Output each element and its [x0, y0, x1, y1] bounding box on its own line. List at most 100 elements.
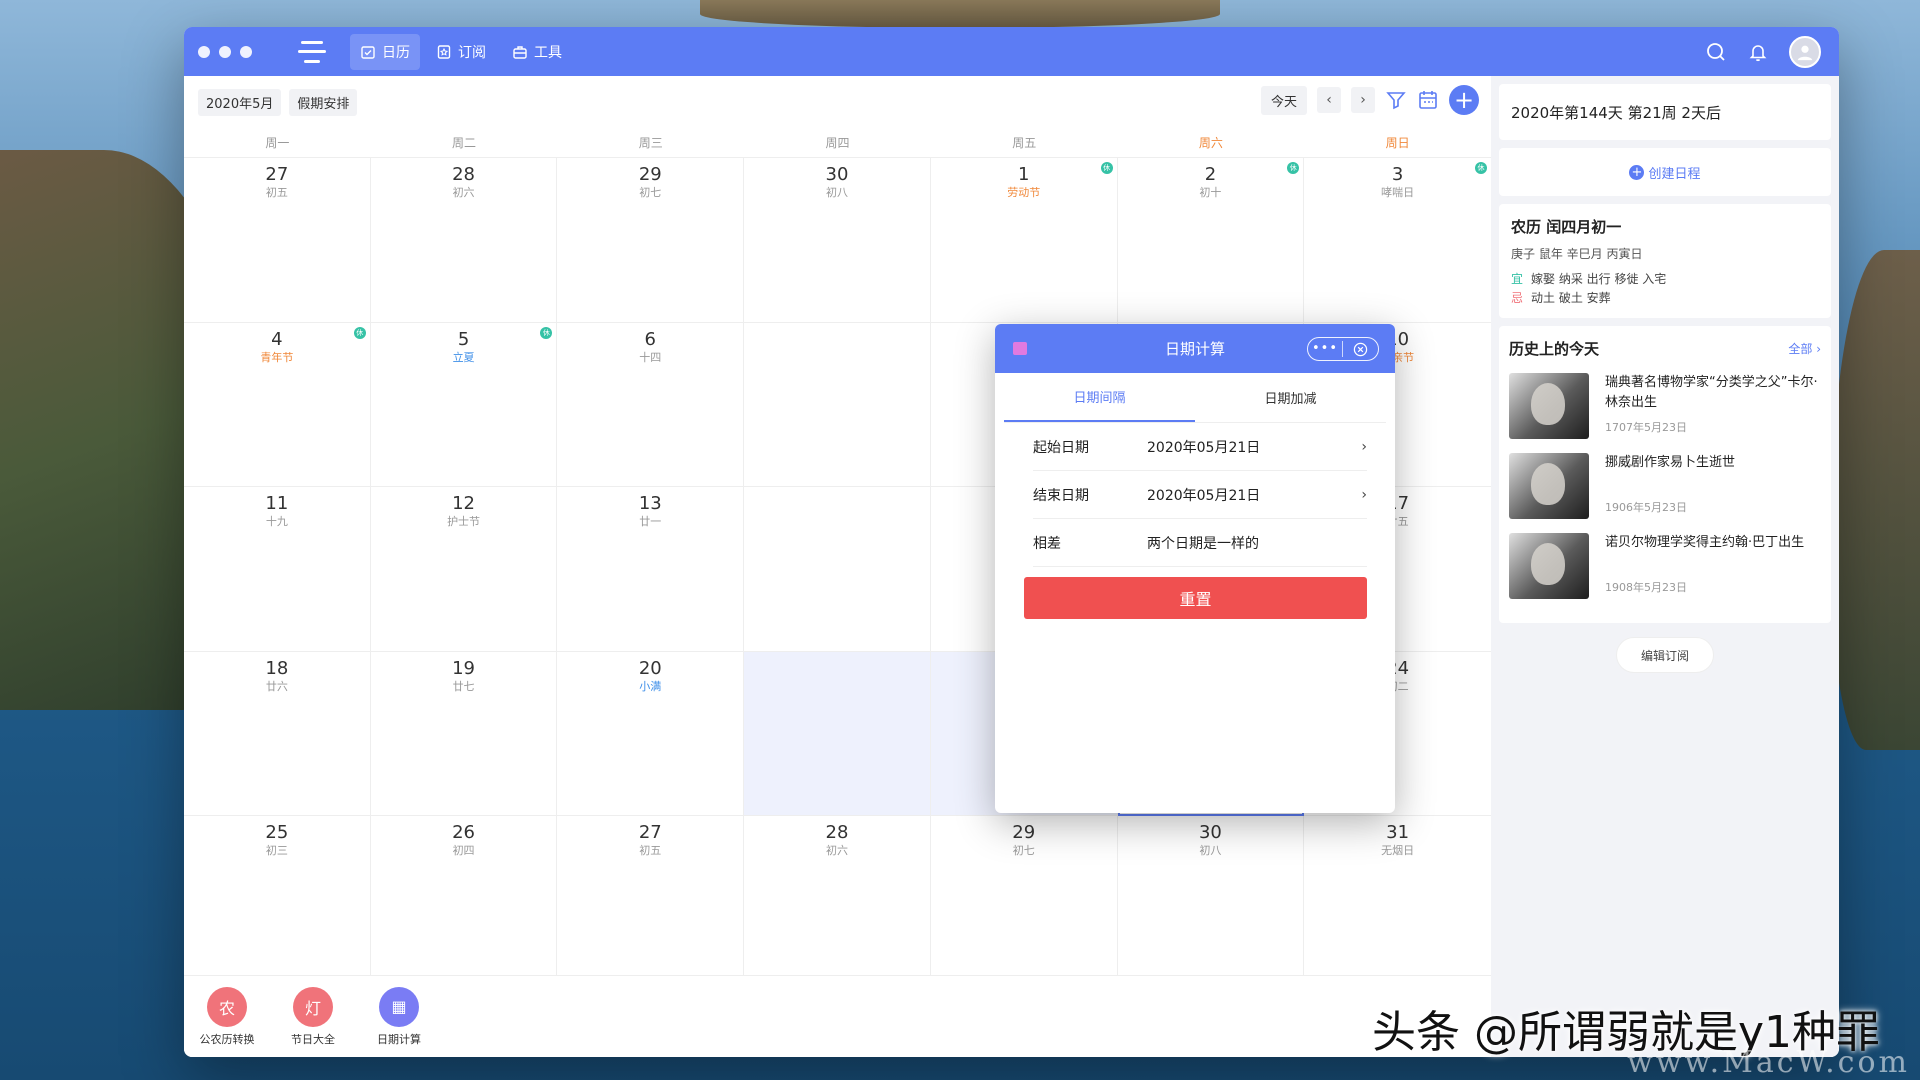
day-cell[interactable]: 11 十九	[184, 487, 371, 652]
day-cell[interactable]: 1 劳动节 休	[930, 158, 1118, 323]
edit-subscription-button[interactable]: 编辑订阅	[1616, 637, 1714, 673]
close-window-button[interactable]	[198, 45, 210, 58]
day-cell[interactable]	[744, 487, 931, 652]
history-item-date: 1906年5月23日	[1605, 501, 1687, 514]
day-cell[interactable]: 13 廿一	[557, 487, 745, 652]
day-cell[interactable]: 4 青年节 休	[184, 322, 371, 487]
search-icon[interactable]	[1705, 41, 1727, 63]
day-cell[interactable]	[744, 322, 931, 487]
filter-button[interactable]	[1385, 89, 1407, 111]
history-item[interactable]: 挪威剧作家易卜生逝世 1906年5月23日	[1509, 453, 1821, 519]
day-number: 29	[1012, 822, 1036, 843]
day-number: 30	[1198, 822, 1222, 843]
lunar-convert-tool[interactable]: 农 公农历转换	[196, 986, 258, 1047]
calendar-view-button[interactable]	[1417, 89, 1439, 111]
lantern-icon: 灯	[293, 986, 333, 1027]
dialog-tabs: 日期间隔 日期加减	[1004, 373, 1386, 423]
end-date-row[interactable]: 结束日期 2020年05月21日 ›	[1033, 471, 1367, 519]
month-selector[interactable]: 2020年5月	[198, 88, 282, 116]
day-cell[interactable]: 31 无烟日	[1304, 816, 1491, 981]
add-event-button[interactable]: +	[1449, 85, 1479, 115]
day-cell[interactable]: 28 初六	[370, 158, 558, 323]
history-all-link[interactable]: 全部 ›	[1788, 340, 1821, 357]
festival-list-tool[interactable]: 灯 节日大全	[282, 986, 344, 1047]
today-button[interactable]: 今天	[1260, 85, 1307, 115]
plus-icon: +	[1453, 86, 1475, 114]
date-calc-icon: ▦	[379, 986, 419, 1027]
next-month-button[interactable]: ›	[1351, 87, 1375, 113]
weekday-sun: 周日	[1385, 136, 1410, 150]
portrait-image	[1509, 373, 1589, 439]
history-all-label: 全部	[1788, 342, 1813, 356]
day-cell[interactable]: 6 十四	[557, 322, 745, 487]
zoom-window-button[interactable]	[240, 45, 252, 58]
almanac-yi-row: 宜嫁娶 纳采 出行 移徙 入宅	[1511, 270, 1819, 289]
lunar-label: 初八	[1199, 844, 1222, 857]
almanac-card[interactable]: 农历 闰四月初一 庚子 鼠年 辛巳月 丙寅日 宜嫁娶 纳采 出行 移徙 入宅 忌…	[1499, 204, 1831, 318]
start-date-row[interactable]: 起始日期 2020年05月21日 ›	[1033, 423, 1367, 471]
day-cell[interactable]: 19 廿七	[370, 651, 558, 816]
day-cell[interactable]: 27 初五	[557, 816, 745, 981]
reset-button[interactable]: 重置	[1024, 577, 1367, 619]
create-event-button[interactable]: + 创建日程	[1499, 148, 1831, 196]
ganzhi-text: 庚子 鼠年 辛巳月 丙寅日	[1511, 247, 1643, 261]
day-cell[interactable]: 3 哮喘日 休	[1304, 158, 1491, 323]
weekday-sat: 周六	[1198, 136, 1223, 150]
day-info: 2020年第144天 第21周 2天后	[1499, 84, 1831, 140]
user-avatar[interactable]	[1789, 35, 1821, 68]
filter-icon	[1386, 92, 1406, 110]
history-item[interactable]: 诺贝尔物理学奖得主约翰·巴丁出生 1908年5月23日	[1509, 533, 1821, 599]
chevron-right-icon: ›	[1360, 92, 1366, 108]
day-cell[interactable]: 12 护士节	[370, 487, 558, 652]
day-number: 19	[452, 657, 476, 679]
lunar-label: 十四	[639, 350, 662, 364]
tab-date-interval[interactable]: 日期间隔	[1004, 373, 1195, 422]
more-options-button[interactable]: •••	[1308, 341, 1344, 357]
day-cell[interactable]: 27 初五	[184, 158, 371, 323]
chevron-left-icon: ‹	[1326, 92, 1332, 108]
holiday-schedule-button[interactable]: 假期安排	[289, 88, 358, 116]
window-controls	[198, 45, 252, 58]
day-cell[interactable]: 29 初七	[557, 158, 745, 323]
calendar-check-icon	[361, 45, 375, 59]
lunar-convert-icon: 农	[207, 986, 247, 1027]
tab-subscribe-label: 订阅	[458, 44, 486, 61]
calendar-app-icon	[1013, 342, 1027, 355]
history-item[interactable]: 瑞典著名博物学家“分类学之父”卡尔·林奈出生 1707年5月23日	[1509, 373, 1821, 439]
day-cell[interactable]: 28 初六	[744, 816, 931, 981]
tool-label: 公农历转换	[199, 1032, 255, 1046]
yi-mark: 宜	[1511, 272, 1524, 286]
day-cell[interactable]: 5 立夏 休	[370, 322, 558, 487]
day-number: 25	[265, 822, 289, 843]
app-menu-icon[interactable]	[298, 40, 326, 63]
lunar-label: 劳动节	[1007, 186, 1041, 199]
lunar-label: 哮喘日	[1381, 186, 1415, 199]
day-cell[interactable]: 18 廿六	[184, 651, 371, 816]
day-number: 5	[457, 328, 470, 350]
day-cell[interactable]	[744, 651, 931, 816]
lunar-label: 初十	[1199, 186, 1222, 199]
date-calc-tool[interactable]: ▦ 日期计算	[368, 986, 430, 1047]
tab-subscribe[interactable]: 订阅	[426, 34, 496, 70]
prev-month-button[interactable]: ‹	[1317, 87, 1341, 113]
day-cell[interactable]: 25 初三	[184, 816, 371, 981]
day-cell[interactable]: 26 初四	[370, 816, 558, 981]
ji-text: 动土 破土 安葬	[1531, 291, 1611, 305]
day-cell[interactable]: 30 初八	[1117, 816, 1305, 981]
tab-calendar-label: 日历	[382, 44, 410, 61]
tab-tools[interactable]: 工具	[502, 34, 572, 70]
day-cell[interactable]: 29 初七	[930, 816, 1118, 981]
dialog-close-button[interactable]	[1343, 342, 1378, 357]
day-number: 28	[825, 822, 849, 843]
day-cell[interactable]: 2 初十休	[1117, 158, 1305, 323]
bell-icon[interactable]	[1747, 41, 1769, 63]
day-cell[interactable]: 30 初八	[744, 158, 931, 323]
holiday-badge: 休	[1100, 162, 1113, 174]
minimize-window-button[interactable]	[219, 45, 231, 58]
start-date-label: 起始日期	[1033, 439, 1089, 456]
tool-label: 节日大全	[291, 1032, 335, 1046]
day-cell[interactable]: 20 小满	[557, 651, 745, 816]
tab-date-add-subtract[interactable]: 日期加减	[1195, 373, 1386, 422]
tab-calendar[interactable]: 日历	[350, 33, 420, 70]
calendar-toolbar: 2020年5月 假期安排 今天 ‹ › +	[184, 76, 1491, 128]
